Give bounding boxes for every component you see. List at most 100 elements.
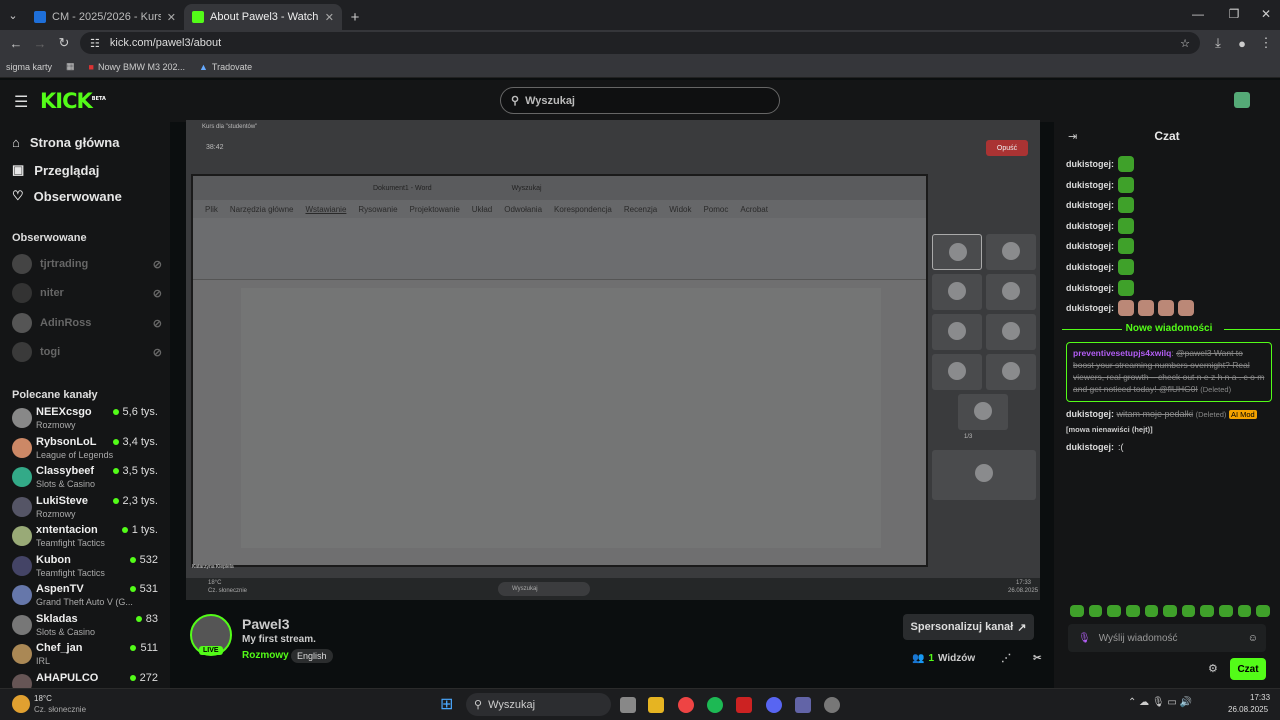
discord-icon[interactable]: [766, 697, 782, 713]
followed-channel[interactable]: AdinRoss ⊘: [12, 313, 162, 333]
bookmark-star-icon[interactable]: ☆: [1180, 37, 1190, 50]
emote-icon[interactable]: [1256, 605, 1271, 617]
chat-username[interactable]: dukistogej:: [1066, 159, 1114, 169]
app-icon[interactable]: [736, 697, 752, 713]
customize-channel-button[interactable]: Spersonalizuj kanał ↗: [903, 614, 1034, 640]
spotify-icon[interactable]: [707, 697, 723, 713]
teams-icon[interactable]: [795, 697, 811, 713]
viewer-count: 531: [129, 583, 158, 595]
recommended-channel[interactable]: NEEXcsgo Rozmowy 5,6 tys.: [12, 406, 162, 434]
windows-start-icon[interactable]: ⊞: [440, 696, 458, 714]
site-info-icon[interactable]: ☷: [90, 37, 100, 50]
apps-grid-icon[interactable]: ▦: [66, 61, 75, 72]
emote-icon[interactable]: [1181, 605, 1196, 617]
chat-username[interactable]: dukistogej:: [1066, 241, 1114, 251]
emote-icon[interactable]: [1219, 605, 1233, 617]
settings-gear-icon[interactable]: ⚙: [1208, 662, 1218, 675]
bookmark-item[interactable]: ■ Nowy BMW M3 202...: [89, 62, 185, 72]
recommended-channel[interactable]: RybsonLoL League of Legends 3,4 tys.: [12, 436, 162, 464]
chat-username[interactable]: dukistogej:: [1066, 303, 1114, 313]
viewers-number: 1: [928, 653, 935, 664]
maximize-icon[interactable]: ❐: [1216, 0, 1252, 28]
recommended-channel[interactable]: LukiSteve Rozmowy 2,3 tys.: [12, 495, 162, 523]
chat-username[interactable]: dukistogej:: [1066, 283, 1114, 293]
word-doc-title: Dokument1 - Word: [373, 184, 432, 192]
tray-icons[interactable]: ⌃ ☁ 🎙 ▭ 🔊: [1128, 697, 1192, 708]
emote-icon: [1118, 279, 1135, 296]
file-explorer-icon[interactable]: [648, 697, 664, 713]
tab-search-icon[interactable]: ⌄: [0, 0, 26, 30]
followed-channel[interactable]: tjrtrading ⊘: [12, 254, 162, 274]
emote-icon[interactable]: [1125, 605, 1140, 617]
task-view-icon[interactable]: [620, 697, 636, 713]
close-window-icon[interactable]: ✕: [1248, 0, 1280, 28]
new-messages-divider: Nowe wiadomości: [1062, 323, 1280, 334]
close-tab-icon[interactable]: ✕: [167, 11, 176, 24]
emote-icon[interactable]: [1163, 605, 1177, 617]
recommended-channel[interactable]: AspenTV Grand Theft Auto V (G... 531: [12, 583, 162, 611]
chat-input-placeholder: Wyślij wiadomość: [1098, 632, 1178, 644]
stream-category[interactable]: Rozmowy: [242, 650, 289, 661]
chat-username[interactable]: dukistogej:: [1066, 200, 1114, 210]
recommended-channel[interactable]: xntentacion Teamfight Tactics 1 tys.: [12, 524, 162, 552]
channel-category: Teamfight Tactics: [36, 567, 105, 578]
recommended-channel[interactable]: Classybeef Slots & Casino 3,5 tys.: [12, 465, 162, 493]
share-icon[interactable]: ⋰: [1001, 653, 1011, 664]
followed-channel[interactable]: niter ⊘: [12, 283, 162, 303]
app-icon[interactable]: [824, 697, 840, 713]
chat-username[interactable]: dukistogej:: [1066, 221, 1114, 231]
chat-username[interactable]: dukistogej:: [1066, 442, 1114, 452]
emote-icon[interactable]: [1144, 605, 1159, 617]
back-icon[interactable]: ←: [6, 34, 26, 52]
recommended-channel[interactable]: Skladas Slots & Casino 83: [12, 613, 162, 641]
profile-icon[interactable]: ●: [1232, 34, 1252, 52]
channel-name[interactable]: Pawel3: [242, 616, 289, 632]
emote-icon[interactable]: [1200, 605, 1215, 617]
recommended-channel[interactable]: AHAPULCO 272: [12, 672, 162, 688]
chrome-icon[interactable]: [678, 697, 694, 713]
user-avatar[interactable]: [1234, 92, 1250, 108]
emote-icon: [1178, 300, 1195, 317]
search-input[interactable]: ⚲ Wyszukaj: [500, 87, 780, 114]
emote-icon[interactable]: [1237, 605, 1252, 617]
mic-icon[interactable]: 🎙: [1078, 633, 1091, 644]
download-icon[interactable]: ⤓: [1208, 34, 1228, 52]
recommended-channel[interactable]: Kubon Teamfight Tactics 532: [12, 554, 162, 582]
emote-icon[interactable]: [1070, 605, 1084, 617]
chat-username[interactable]: dukistogej:: [1066, 262, 1114, 272]
recommended-channel[interactable]: Chef_jan IRL 511: [12, 642, 162, 670]
video-player[interactable]: Kurs dla "studentów" 38:42 Opuść Dokumen…: [186, 120, 1040, 600]
hamburger-menu-icon[interactable]: ☰: [14, 92, 28, 112]
bookmark-item[interactable]: ▲ Tradovate: [199, 62, 252, 72]
kick-logo[interactable]: KICKBETA: [40, 89, 106, 113]
forward-icon[interactable]: →: [30, 34, 50, 52]
bookmark-item[interactable]: sigma karty: [6, 62, 52, 72]
chat-username[interactable]: dukistogej:: [1066, 409, 1114, 419]
emoji-icon[interactable]: ☺: [1248, 633, 1258, 644]
chat-username[interactable]: preventivesetupjs4xwilq: [1073, 348, 1171, 358]
new-tab-icon[interactable]: +: [342, 4, 368, 30]
emote-icon[interactable]: [1088, 605, 1103, 617]
channel-name: togi: [40, 346, 61, 358]
emote-icon[interactable]: [1107, 605, 1121, 617]
tab-kick[interactable]: About Pawel3 - Watch Live on Kick ✕: [184, 4, 342, 30]
close-tab-icon[interactable]: ✕: [325, 11, 334, 24]
nav-browse[interactable]: ▣ Przeglądaj: [12, 162, 99, 178]
nav-home[interactable]: ⌂ Strona główna: [12, 135, 119, 150]
followed-channel[interactable]: togi ⊘: [12, 342, 162, 362]
chat-input[interactable]: 🎙 Wyślij wiadomość ☺: [1068, 624, 1266, 652]
chat-username[interactable]: dukistogej:: [1066, 180, 1114, 190]
users-icon: 👥: [912, 653, 925, 664]
reload-icon[interactable]: ↻: [54, 34, 74, 52]
nav-following[interactable]: ♡ Obserwowane: [12, 188, 122, 204]
viewers-number: 83: [145, 612, 158, 625]
language-tag[interactable]: English: [291, 649, 333, 663]
tab-course[interactable]: CM - 2025/2026 - Kurs - studia ✕: [26, 4, 184, 30]
send-chat-button[interactable]: Czat: [1230, 658, 1266, 680]
participant-tile: [932, 314, 982, 350]
menu-kebab-icon[interactable]: ⋮: [1256, 34, 1276, 52]
clip-icon[interactable]: ✂: [1033, 653, 1041, 664]
url-field[interactable]: ☷ kick.com/pawel3/about ☆: [80, 32, 1200, 54]
minimize-icon[interactable]: —: [1180, 0, 1216, 28]
taskbar-search[interactable]: ⚲ Wyszukaj: [466, 693, 611, 716]
